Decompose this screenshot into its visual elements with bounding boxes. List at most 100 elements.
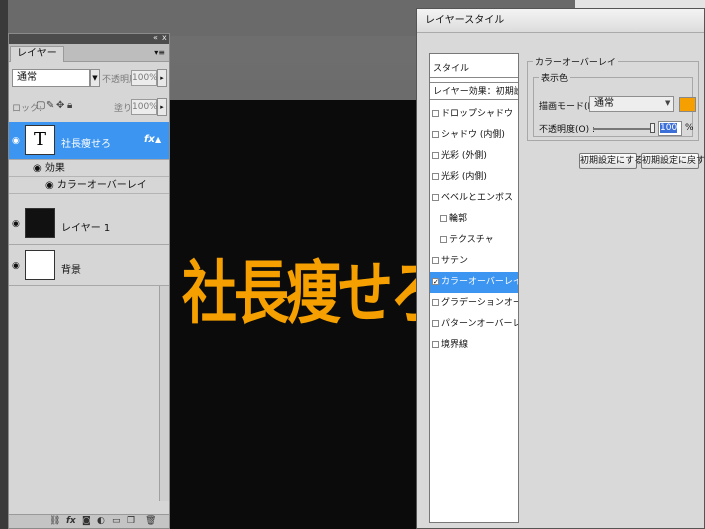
style-item[interactable]: 光彩 (内側) <box>430 167 518 188</box>
style-item[interactable]: テクスチャ <box>430 230 518 251</box>
effect-item-eye-icon[interactable]: ◉ <box>45 180 57 191</box>
effect-item-row[interactable]: ◉ カラーオーバーレイ <box>9 178 169 194</box>
opacity-field[interactable]: 100% <box>131 70 158 86</box>
styles-header[interactable]: スタイル <box>430 60 518 78</box>
color-group-title: 表示色 <box>539 71 571 84</box>
opacity-field[interactable]: 100 <box>658 121 682 136</box>
dialog-title: レイヤースタイル <box>417 9 704 33</box>
fill-field[interactable]: 100% <box>131 99 158 115</box>
style-checkbox[interactable] <box>432 152 439 159</box>
layers-bottom-bar: ⛓ fx ◙ ◐ ▭ ❐ 🗑︎ <box>9 514 169 528</box>
style-item[interactable]: ✓ カラーオーバーレイ <box>430 272 518 293</box>
style-item[interactable]: シャドウ (内側) <box>430 125 518 146</box>
new-layer-icon[interactable]: ❐ <box>127 516 135 526</box>
chevron-down-icon[interactable]: ▼ <box>665 99 670 107</box>
tab-layers[interactable]: レイヤー <box>10 46 64 62</box>
effects-label: 効果 <box>44 163 65 174</box>
fx-menu-icon[interactable]: fx <box>66 516 76 526</box>
expand-effects-icon[interactable]: ▲ <box>155 135 161 144</box>
make-default-button[interactable]: 初期設定にする <box>579 153 643 169</box>
style-checkbox[interactable] <box>440 215 447 222</box>
mask-icon[interactable]: ◙ <box>82 516 91 526</box>
effect-eye-icon[interactable]: ◉ <box>33 163 45 174</box>
blend-mode-select[interactable]: 通常 <box>12 69 90 87</box>
canvas-text: 社長痩せろ <box>182 251 445 333</box>
style-item-label: グラデーションオーバーレイ <box>441 298 518 308</box>
style-item[interactable]: 輪郭 <box>430 209 518 230</box>
lock-brush-icon[interactable]: ✎ <box>46 100 54 111</box>
style-checkbox[interactable] <box>432 320 439 327</box>
panel-menu-icon[interactable]: ▾≡ <box>154 48 165 57</box>
style-item[interactable]: 光彩 (外側) <box>430 146 518 167</box>
visibility-eye-icon[interactable]: ◉ <box>12 261 20 271</box>
toolbox-edge <box>0 0 8 529</box>
layer-name[interactable]: 背景 <box>61 261 81 276</box>
color-swatch[interactable] <box>679 97 696 112</box>
style-item-label: 境界線 <box>441 340 469 350</box>
color-overlay-settings: カラーオーバーレイ 表示色 描画モード(B) : 通常 ▼ 不透明度(O) : … <box>527 53 705 523</box>
layer-row-layer1[interactable]: ◉ レイヤー 1 <box>9 204 169 245</box>
lock-fill-row: ロック: ▢ ✎ ✥ 🔒︎ 塗り: 100% ▸ <box>9 98 169 118</box>
opacity-slider-thumb[interactable] <box>650 123 655 133</box>
style-checkbox[interactable] <box>432 194 439 201</box>
style-item-label: パターンオーバーレイ <box>441 319 518 329</box>
blend-mode-dropdown-icon[interactable]: ▼ <box>90 69 100 87</box>
layer-thumbnail <box>25 208 55 238</box>
style-item[interactable]: サテン <box>430 251 518 272</box>
text-layer-thumbnail: T <box>25 125 55 155</box>
style-item-label: カラーオーバーレイ <box>441 277 518 287</box>
style-item-label: サテン <box>441 256 469 266</box>
style-checkbox[interactable] <box>432 110 439 117</box>
reset-to-default-button[interactable]: 初期設定に戻す <box>641 153 705 169</box>
opacity-arrow-icon[interactable]: ▸ <box>157 69 167 87</box>
lock-transparent-icon[interactable]: ▢ <box>36 100 45 111</box>
style-item-label: 輪郭 <box>449 214 468 224</box>
close-icon[interactable]: x <box>162 33 167 42</box>
fx-icon[interactable]: fx <box>144 134 155 145</box>
layer-row-background[interactable]: ◉ 背景 <box>9 246 169 286</box>
style-checkbox[interactable] <box>432 257 439 264</box>
effect-item-label: カラーオーバーレイ <box>56 180 147 191</box>
opacity-label: 不透明度(O) : <box>539 125 595 135</box>
background-thumbnail <box>25 250 55 280</box>
style-item-label: 光彩 (内側) <box>441 172 487 182</box>
style-checkbox[interactable]: ✓ <box>432 278 439 286</box>
layer-name[interactable]: 社長痩せろ <box>61 135 111 150</box>
layer-row-text[interactable]: ◉ T 社長痩せろ fx ▲ <box>9 122 169 160</box>
color-overlay-title: カラーオーバーレイ <box>533 55 618 68</box>
panel-title-bar: « x <box>9 33 169 44</box>
blending-options-header[interactable]: レイヤー効果：初期設定 <box>430 82 518 100</box>
style-item-label: 光彩 (外側) <box>441 151 487 161</box>
style-checkbox[interactable] <box>432 341 439 348</box>
style-item[interactable]: グラデーションオーバーレイ <box>430 293 518 314</box>
layers-scrollbar[interactable] <box>159 286 169 501</box>
style-item[interactable]: パターンオーバーレイ <box>430 314 518 335</box>
opacity-value: 100 <box>660 123 678 133</box>
group-icon[interactable]: ▭ <box>112 516 121 526</box>
collapse-icon[interactable]: « <box>153 33 158 42</box>
style-item-label: テクスチャ <box>449 235 494 245</box>
layers-panel: « x レイヤー ▾≡ 通常 ▼ 不透明度: 100% ▸ ロック: ▢ ✎ ✥… <box>8 33 170 529</box>
style-item-label: シャドウ (内側) <box>441 130 505 140</box>
effects-group-row[interactable]: ◉ 効果 <box>9 161 169 177</box>
style-item[interactable]: ドロップシャドウ <box>430 104 518 125</box>
adjustment-icon[interactable]: ◐ <box>97 516 105 526</box>
visibility-eye-icon[interactable]: ◉ <box>12 136 20 146</box>
opacity-slider-track[interactable] <box>593 128 653 130</box>
style-item-label: ベベルとエンボス <box>441 193 514 203</box>
lock-move-icon[interactable]: ✥ <box>56 100 64 111</box>
style-checkbox[interactable] <box>440 236 447 243</box>
fill-arrow-icon[interactable]: ▸ <box>157 98 167 116</box>
blend-mode-select[interactable]: 通常 <box>589 96 674 112</box>
lock-all-icon[interactable]: 🔒︎ <box>67 100 72 111</box>
style-checkbox[interactable] <box>432 299 439 306</box>
style-checkbox[interactable] <box>432 173 439 180</box>
link-icon[interactable]: ⛓ <box>49 516 60 526</box>
style-list: スタイル レイヤー効果：初期設定 ドロップシャドウシャドウ (内側) 光彩 (外側… <box>429 53 519 523</box>
style-item[interactable]: 境界線 <box>430 335 518 356</box>
layer-name[interactable]: レイヤー 1 <box>61 219 110 234</box>
visibility-eye-icon[interactable]: ◉ <box>12 219 20 229</box>
trash-icon[interactable]: 🗑︎ <box>145 516 156 526</box>
style-checkbox[interactable] <box>432 131 439 138</box>
style-item[interactable]: ベベルとエンボス <box>430 188 518 209</box>
